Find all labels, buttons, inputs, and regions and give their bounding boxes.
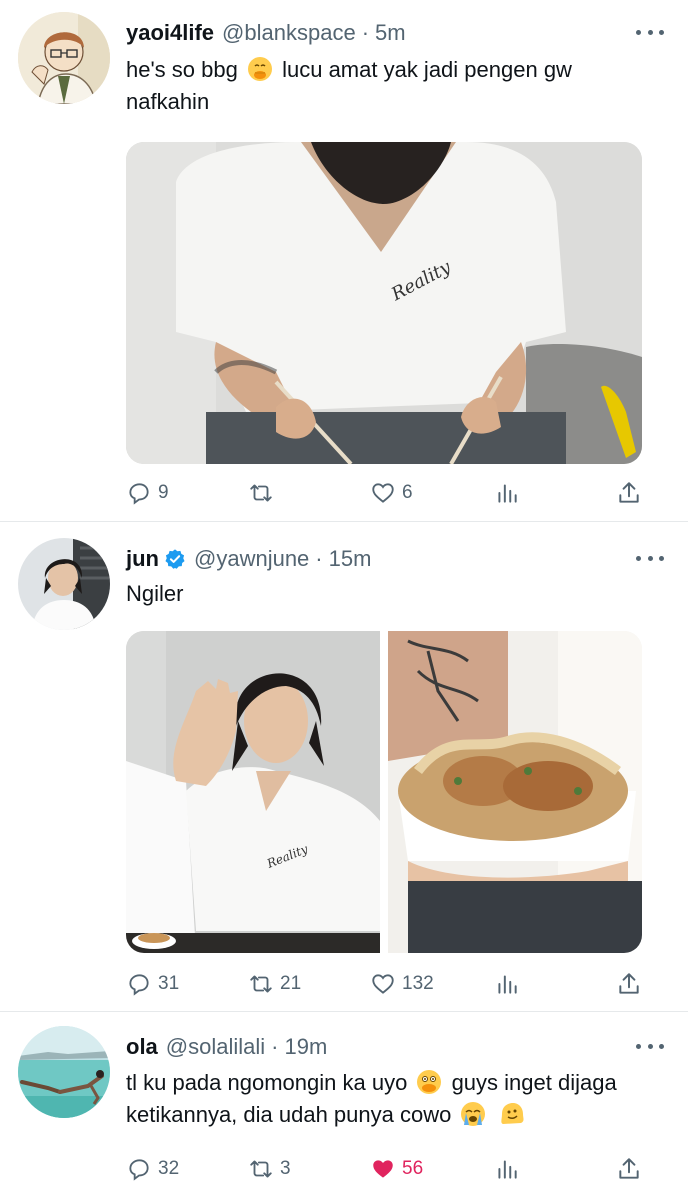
separator-dot: ·: [271, 1034, 279, 1059]
analytics-icon: [498, 484, 517, 503]
more-options-icon[interactable]: [636, 548, 664, 568]
reply-count: 32: [158, 1158, 180, 1179]
separator-dot: ·: [361, 20, 370, 45]
retweet-button[interactable]: 21: [248, 969, 301, 999]
display-name[interactable]: ola: [126, 1034, 158, 1060]
share-button[interactable]: [616, 1154, 642, 1184]
hand-over-mouth-emoji: [247, 56, 273, 82]
share-icon: [619, 482, 639, 503]
tweet-actions: 9 6: [126, 478, 646, 508]
tweet-actions: 31 21 132: [126, 969, 646, 999]
like-count: 6: [402, 482, 413, 503]
timestamp[interactable]: 5m: [375, 20, 406, 46]
tweet-image[interactable]: Reality: [126, 142, 642, 464]
melting-face-emoji: [499, 1101, 525, 1127]
views-button[interactable]: [494, 969, 520, 999]
display-name[interactable]: yaoi4life: [126, 20, 214, 46]
user-handle[interactable]: @yawnjune: [194, 546, 309, 572]
more-options-icon[interactable]: [636, 1036, 664, 1056]
tweet-text: Ngiler: [126, 581, 184, 606]
retweet-button[interactable]: [248, 478, 280, 508]
tweet-2[interactable]: jun @yawnjune · 15m Ngiler Reality 31 21…: [0, 522, 688, 1010]
share-icon: [619, 973, 639, 994]
retweet-icon: [250, 1160, 272, 1178]
retweet-count: 21: [280, 973, 302, 994]
avatar[interactable]: [18, 1026, 110, 1118]
tweet-text: he's so bbg lucu amat yak jadi pengen gw…: [126, 54, 656, 118]
tweet-1[interactable]: yaoi4life @blankspace · 5m he's so bbg l…: [0, 0, 688, 520]
views-button[interactable]: [494, 1154, 520, 1184]
avatar[interactable]: [18, 12, 110, 104]
tweet-header: yaoi4life @blankspace · 5m: [126, 18, 406, 48]
reply-button[interactable]: 32: [126, 1154, 179, 1184]
like-button[interactable]: 132: [370, 969, 434, 999]
heart-filled-icon: [373, 1160, 393, 1178]
analytics-icon: [498, 1160, 517, 1179]
verified-badge-icon: [165, 549, 185, 569]
face-with-open-eyes-and-hand-over-mouth-emoji: [416, 1069, 442, 1095]
user-handle[interactable]: @solalilali: [166, 1034, 265, 1060]
timestamp[interactable]: 19m: [285, 1034, 328, 1060]
like-count: 132: [402, 973, 434, 994]
tweet-text-part-1: he's so bbg: [126, 57, 238, 82]
retweet-count: 3: [280, 1158, 291, 1179]
heart-icon: [372, 974, 394, 994]
retweet-icon: [250, 975, 272, 993]
analytics-icon: [498, 975, 517, 994]
separator-dot: ·: [315, 546, 323, 571]
tweet-text-part-1: tl ku pada ngomongin ka uyo: [126, 1070, 408, 1095]
tweet-image-2[interactable]: [388, 631, 642, 953]
tweet-header: ola @solalilali · 19m: [126, 1032, 327, 1062]
views-button[interactable]: [494, 478, 520, 508]
reply-icon: [129, 483, 149, 505]
tweet-actions: 32 3 56: [126, 1154, 646, 1184]
avatar[interactable]: [18, 538, 110, 630]
share-button[interactable]: [616, 478, 642, 508]
timestamp[interactable]: 15m: [329, 546, 372, 572]
reply-icon: [129, 974, 149, 996]
like-count: 56: [402, 1158, 424, 1179]
share-icon: [619, 1158, 639, 1179]
reply-icon: [129, 1159, 149, 1181]
like-button[interactable]: 56: [370, 1154, 423, 1184]
tweet-text: tl ku pada ngomongin ka uyo guys inget d…: [126, 1067, 656, 1131]
heart-icon: [372, 483, 394, 503]
retweet-button[interactable]: 3: [248, 1154, 291, 1184]
reply-button[interactable]: 31: [126, 969, 179, 999]
reply-count: 9: [158, 482, 169, 503]
reply-button[interactable]: 9: [126, 478, 169, 508]
share-button[interactable]: [616, 969, 642, 999]
reply-count: 31: [158, 973, 180, 994]
loudly-crying-face-emoji: [460, 1101, 486, 1127]
display-name[interactable]: jun: [126, 546, 159, 572]
user-handle[interactable]: @blankspace: [222, 20, 356, 46]
tweet-3[interactable]: ola @solalilali · 19m tl ku pada ngomong…: [0, 1012, 688, 1200]
tweet-image-1[interactable]: Reality: [126, 631, 380, 953]
more-options-icon[interactable]: [636, 22, 664, 42]
like-button[interactable]: 6: [370, 478, 413, 508]
tweet-header: jun @yawnjune · 15m: [126, 544, 371, 574]
retweet-icon: [250, 484, 272, 502]
